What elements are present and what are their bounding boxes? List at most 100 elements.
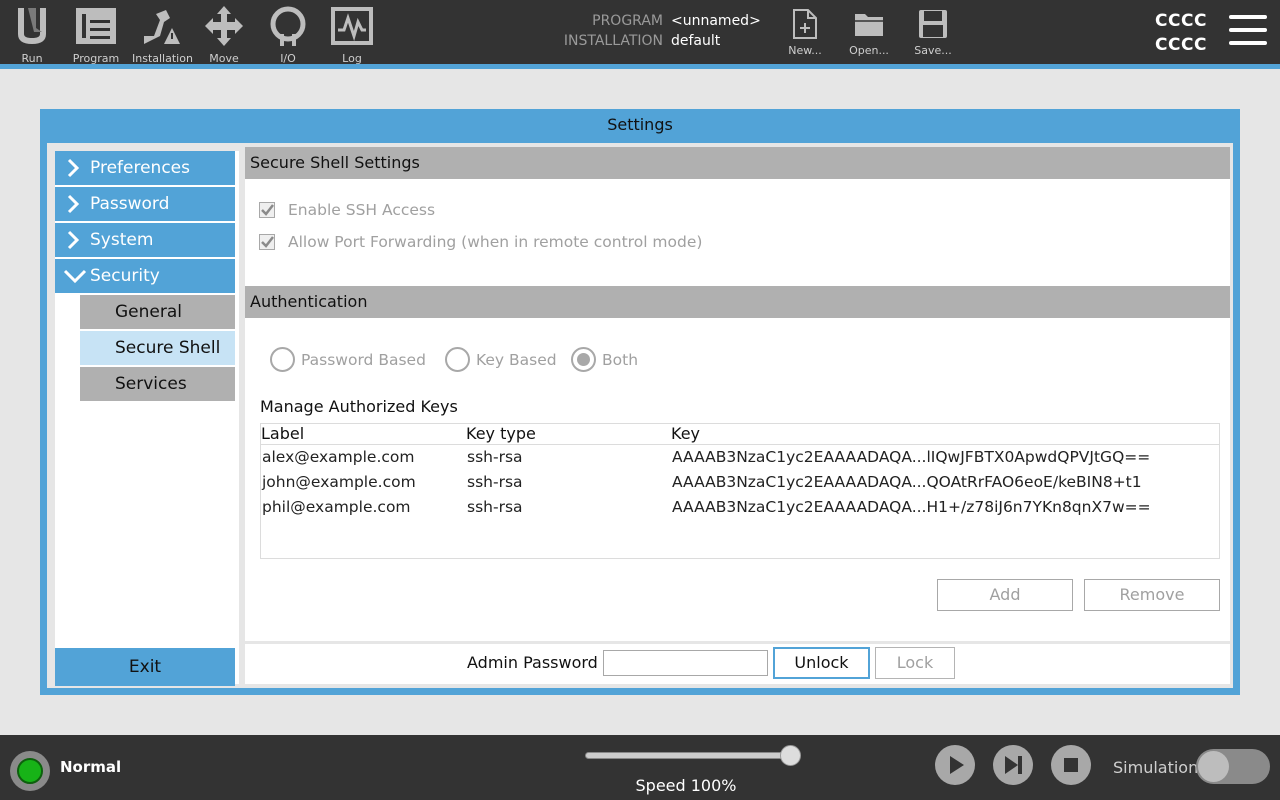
column-header-key: Key [671, 424, 701, 443]
row-key-type: ssh-rsa [467, 473, 523, 491]
table-row[interactable]: john@example.com ssh-rsa AAAAB3NzaC1yc2E… [261, 470, 1219, 495]
dialog-body: Preferences Password System Security Gen… [47, 143, 1233, 688]
checkmark-icon [261, 236, 274, 248]
exit-button[interactable]: Exit [55, 648, 235, 686]
sidebar-item-password[interactable]: Password [55, 187, 235, 221]
nav-installation-button[interactable]: Installation [132, 6, 193, 65]
nav-run-button[interactable]: Run [4, 6, 60, 65]
checkbox-box [259, 234, 275, 250]
nav-move-button[interactable]: Move [196, 6, 252, 65]
nav-program-button[interactable]: Program [68, 6, 124, 65]
chevron-right-icon [67, 158, 80, 178]
checkbox-box [259, 202, 275, 218]
new-button[interactable]: New... [781, 8, 829, 60]
radio-circle-selected [571, 347, 596, 372]
column-header-label: Label [261, 424, 305, 443]
step-forward-icon [1005, 756, 1022, 774]
column-header-key-type: Key type [466, 424, 536, 443]
admin-password-bar: Admin Password Unlock Lock [245, 644, 1230, 684]
chevron-right-icon [67, 194, 80, 214]
new-label: New... [788, 44, 822, 57]
admin-password-input[interactable] [603, 650, 768, 676]
save-disk-icon [919, 10, 947, 38]
authentication-header: Authentication [245, 286, 1230, 318]
robot-id-line-1: CCCC [1155, 11, 1207, 31]
sidebar-item-label: Security [90, 266, 160, 286]
simulation-toggle[interactable] [1196, 749, 1270, 784]
sidebar-subitem-secure-shell[interactable]: Secure Shell [80, 331, 235, 365]
manage-keys-label: Manage Authorized Keys [260, 397, 458, 416]
nav-io-button[interactable]: I/O [260, 6, 316, 65]
stop-button[interactable] [1051, 745, 1091, 785]
chevron-down-icon [63, 269, 87, 284]
row-key: AAAAB3NzaC1yc2EAAAADAQA...QOAtRrFAO6eoE/… [672, 473, 1142, 491]
unlock-button[interactable]: Unlock [773, 647, 870, 679]
save-label: Save... [914, 44, 952, 57]
settings-dialog: Settings Preferences Password System Sec… [40, 109, 1240, 695]
save-button[interactable]: Save... [909, 8, 957, 60]
row-label: alex@example.com [262, 448, 415, 466]
chevron-right-icon [67, 230, 80, 250]
top-bar: Run Program Installation Move I/O Log PR… [0, 0, 1280, 65]
topbar-accent-line [0, 64, 1280, 69]
nav-log-button[interactable]: Log [324, 6, 380, 65]
speed-slider-track[interactable] [585, 752, 797, 759]
sidebar-item-label: Preferences [90, 158, 190, 178]
speed-label: Speed 100% [635, 776, 737, 795]
status-indicator-icon [10, 751, 50, 791]
open-button[interactable]: Open... [845, 8, 893, 60]
play-button[interactable] [935, 745, 975, 785]
table-row[interactable]: phil@example.com ssh-rsa AAAAB3NzaC1yc2E… [261, 495, 1219, 520]
admin-password-label: Admin Password [467, 653, 598, 672]
speed-slider-thumb[interactable] [780, 745, 801, 766]
lock-button[interactable]: Lock [875, 647, 955, 679]
sidebar-item-preferences[interactable]: Preferences [55, 151, 235, 185]
remove-key-button[interactable]: Remove [1084, 579, 1220, 611]
simulation-label: Simulation [1113, 758, 1199, 777]
table-row[interactable]: alex@example.com ssh-rsa AAAAB3NzaC1yc2E… [261, 445, 1219, 470]
row-key-type: ssh-rsa [467, 498, 523, 516]
row-label: john@example.com [262, 473, 416, 491]
stop-icon [1064, 758, 1078, 772]
new-file-icon [793, 9, 817, 39]
program-info: PROGRAM <unnamed> INSTALLATION default [560, 11, 780, 51]
log-icon [331, 7, 373, 45]
radio-circle [270, 347, 295, 372]
hamburger-menu-icon[interactable] [1229, 15, 1267, 49]
footer-bar: Normal Speed 100% Simulation [0, 735, 1280, 800]
enable-ssh-label: Enable SSH Access [288, 201, 436, 219]
authorized-keys-table: Label Key type Key alex@example.com ssh-… [260, 423, 1220, 559]
program-key: PROGRAM [592, 13, 663, 29]
add-key-button[interactable]: Add [937, 579, 1073, 611]
radio-label: Key Based [476, 351, 557, 369]
sidebar-item-system[interactable]: System [55, 223, 235, 257]
play-icon [950, 756, 964, 774]
program-icon [76, 8, 116, 44]
checkmark-icon [261, 204, 274, 216]
program-value: <unnamed> [671, 13, 761, 29]
row-key: AAAAB3NzaC1yc2EAAAADAQA...lIQwJFBTX0Apwd… [672, 448, 1151, 466]
sidebar-subitem-general[interactable]: General [80, 295, 235, 329]
installation-key: INSTALLATION [563, 33, 663, 49]
sidebar-subitem-services[interactable]: Services [80, 367, 235, 401]
step-button[interactable] [993, 745, 1033, 785]
io-icon [270, 6, 306, 46]
radio-label: Both [602, 351, 639, 369]
ur-logo-icon [18, 8, 46, 44]
open-label: Open... [849, 44, 889, 57]
ssh-settings-header: Secure Shell Settings [245, 147, 1230, 179]
installation-icon [144, 10, 180, 44]
settings-sidebar: Preferences Password System Security Gen… [55, 151, 239, 686]
secure-shell-panel: Secure Shell Settings Enable SSH Access … [245, 147, 1230, 641]
sidebar-item-label: Password [90, 194, 170, 214]
robot-id-line-2: CCCC [1155, 35, 1207, 55]
dialog-title: Settings [607, 115, 673, 134]
toggle-knob [1198, 751, 1229, 782]
radio-label: Password Based [301, 351, 426, 369]
sidebar-item-security[interactable]: Security [55, 259, 235, 293]
port-forwarding-label: Allow Port Forwarding (when in remote co… [288, 233, 703, 251]
radio-circle [445, 347, 470, 372]
robot-status-text: Normal [60, 758, 122, 776]
row-key-type: ssh-rsa [467, 448, 523, 466]
installation-value: default [671, 33, 721, 49]
